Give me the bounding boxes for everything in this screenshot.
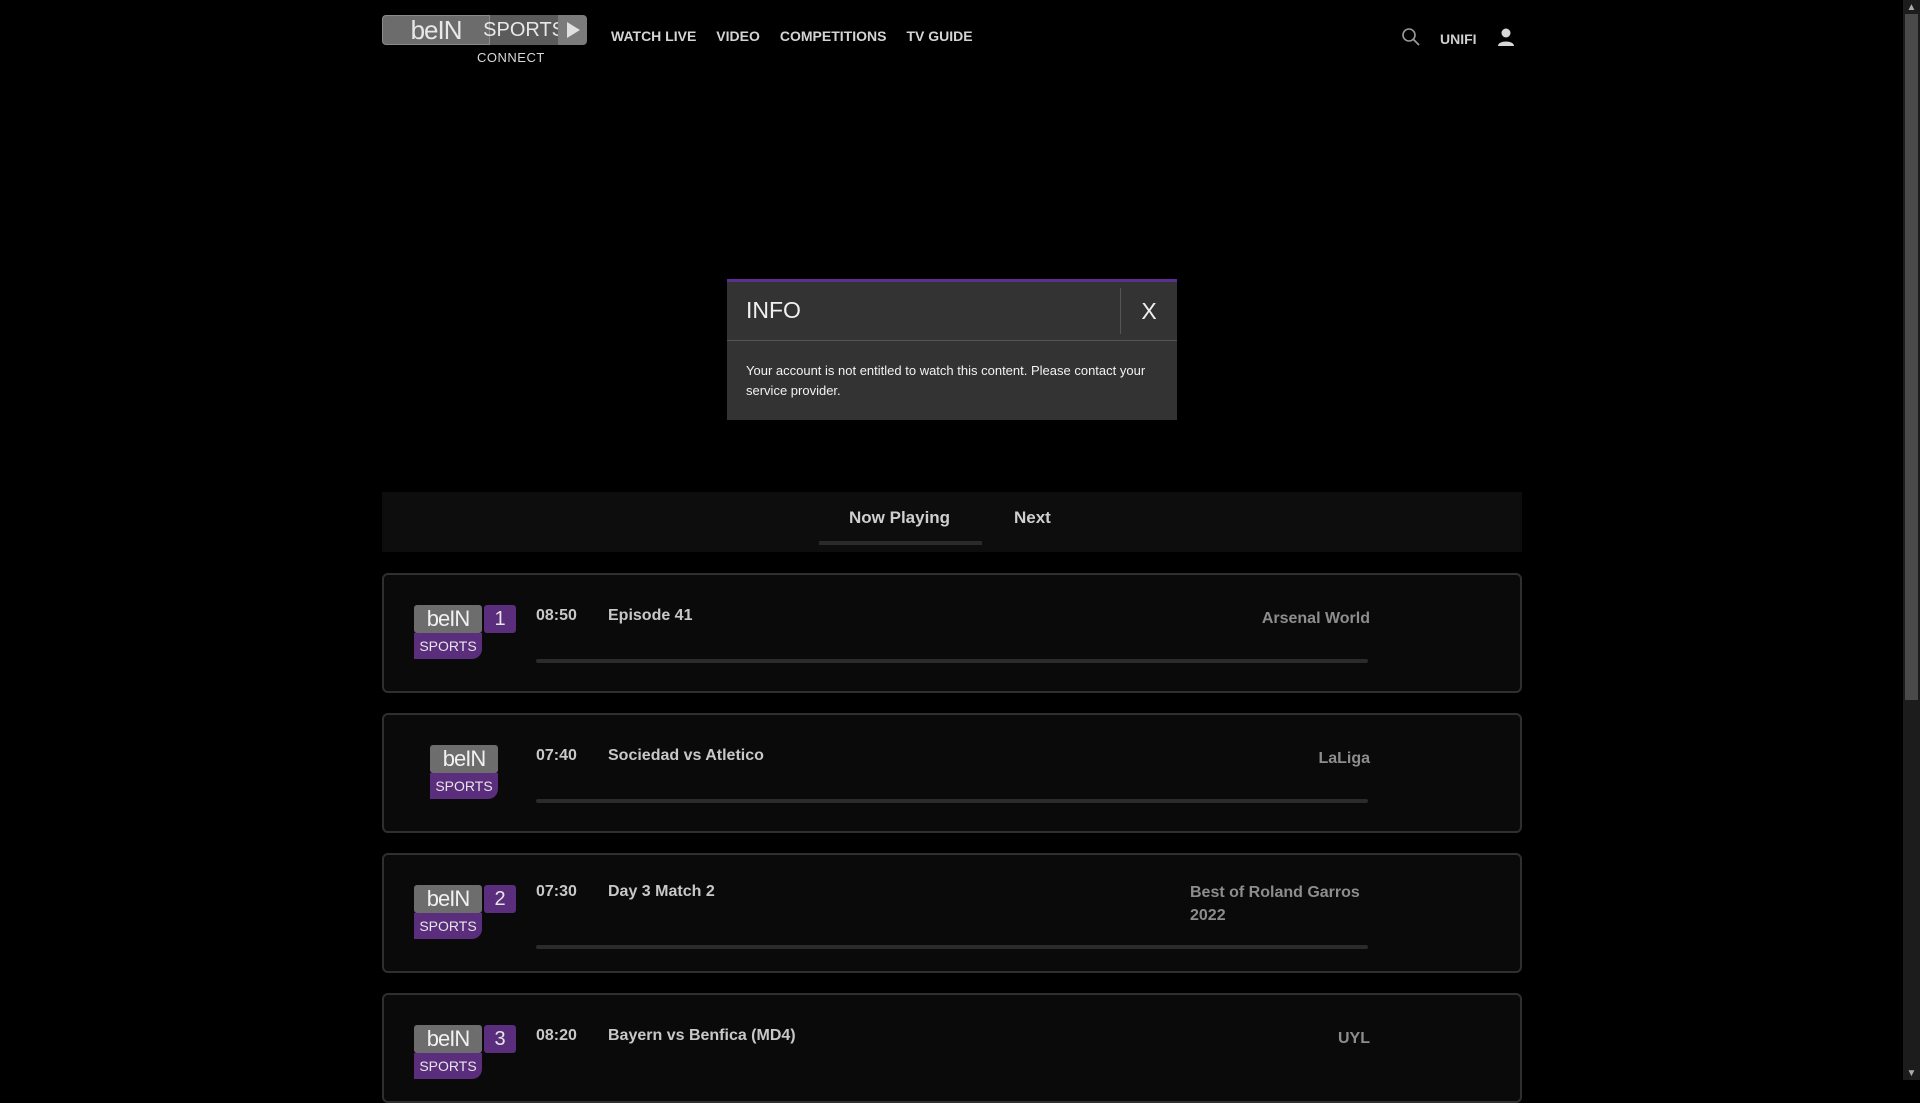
logo-connect-text: CONNECT [477,50,545,65]
channel-number: 1 [484,605,516,633]
scroll-down-icon[interactable]: ▼ [1903,1066,1920,1080]
channel-card[interactable]: beIN SPORTS 3 08:20 Bayern vs Benfica (M… [382,993,1522,1103]
channel-logo-sports: SPORTS [414,913,482,939]
provider-label: UNIFI [1440,31,1477,47]
main-nav: WATCH LIVE VIDEO COMPETITIONS TV GUIDE [611,28,973,44]
search-icon[interactable] [1400,26,1422,48]
channel-card[interactable]: beIN SPORTS 07:40 Sociedad vs Atletico L… [382,713,1522,833]
channel-logo-bein: beIN [414,885,482,913]
program-title: Day 3 Match 2 [608,883,715,900]
user-icon[interactable] [1495,26,1517,48]
program-competition: LaLiga [1318,750,1370,767]
scroll-up-icon[interactable]: ▲ [1903,0,1920,14]
program-time: 07:40 [536,747,577,764]
nav-competitions[interactable]: COMPETITIONS [780,28,887,44]
tab-next[interactable]: Next [1014,508,1051,528]
channel-logo-bein: beIN [430,745,498,773]
channel-logo-sports: SPORTS [430,773,498,799]
program-progress-bar [536,659,1368,663]
program-time: 08:50 [536,607,577,624]
program-competition: UYL [1338,1030,1370,1047]
channel-logo-bein: beIN [414,605,482,633]
page-scrollbar[interactable]: ▲ ▼ [1903,0,1920,1080]
header-right: UNIFI [1400,26,1517,48]
program-competition: Best of Roland Garros 2022 [1190,884,1360,924]
channel-number: 2 [484,885,516,913]
channel-logo-bein: beIN [414,1025,482,1053]
channel-card[interactable]: beIN SPORTS 2 07:30 Day 3 Match 2 Best o… [382,853,1522,973]
dialog-message: Your account is not entitled to watch th… [746,363,1146,398]
program-title: Sociedad vs Atletico [608,747,764,764]
nav-tv-guide[interactable]: TV GUIDE [906,28,972,44]
close-button[interactable]: X [1120,288,1177,334]
active-tab-indicator [819,541,982,545]
logo-sports-text: SPORTS [483,15,565,45]
bein-sports-connect-logo[interactable]: beIN SPORTS CONNECT [382,15,587,67]
program-title: Episode 41 [608,607,693,624]
channel-card[interactable]: beIN SPORTS 1 08:50 Episode 41 Arsenal W… [382,573,1522,693]
program-competition: Arsenal World [1261,610,1370,627]
info-dialog: INFO X Your account is not entitled to w… [727,279,1177,420]
program-progress-bar [536,945,1368,949]
schedule-tabs: Now Playing Next [382,492,1522,552]
channel-logo-sports: SPORTS [414,633,482,659]
scrollbar-thumb[interactable] [1905,14,1918,700]
program-progress-bar [536,799,1368,803]
channel-logo-sports: SPORTS [414,1053,482,1079]
nav-video[interactable]: VIDEO [716,28,760,44]
program-title: Bayern vs Benfica (MD4) [608,1027,796,1044]
dialog-title: INFO [746,297,801,323]
logo-row: beIN SPORTS [382,15,587,45]
top-header: beIN SPORTS CONNECT WATCH LIVE VIDEO COM… [0,0,1900,80]
channel-number: 3 [484,1025,516,1053]
nav-watch-live[interactable]: WATCH LIVE [611,28,696,44]
dialog-header: INFO X [727,282,1177,341]
program-time: 08:20 [536,1027,577,1044]
play-icon [558,15,587,45]
tab-now-playing[interactable]: Now Playing [849,508,950,528]
logo-bein-text: beIN [382,15,491,45]
program-time: 07:30 [536,883,577,900]
